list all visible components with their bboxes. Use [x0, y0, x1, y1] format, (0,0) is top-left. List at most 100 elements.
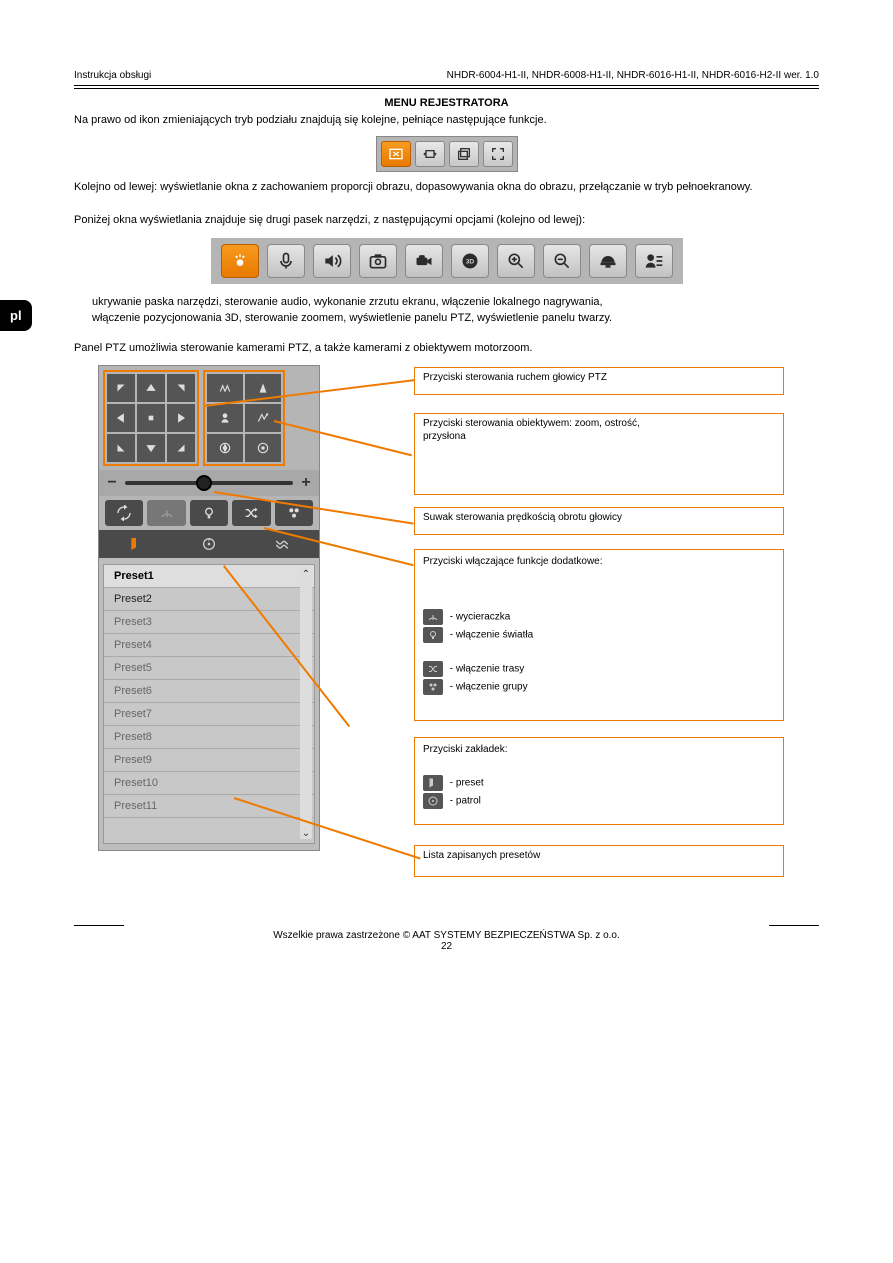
main-toolbar-wrap: 3D [74, 238, 819, 284]
ptz-down-left[interactable] [107, 434, 135, 462]
callout-text: Przyciski sterowania ruchem głowicy PTZ [423, 372, 607, 383]
fullscreen-button[interactable] [483, 141, 513, 167]
window-icon [456, 146, 472, 162]
fullscreen-icon [490, 146, 506, 162]
iris-close[interactable] [207, 434, 243, 462]
preset-item[interactable]: Preset2 [104, 588, 314, 611]
preset-item[interactable]: Preset9 [104, 749, 314, 772]
zoom-out-button[interactable] [543, 244, 581, 278]
face-panel-button[interactable] [635, 244, 673, 278]
refresh-button[interactable] [105, 500, 143, 526]
aspect-keep-button[interactable] [381, 141, 411, 167]
preset-list-wrap: Preset1 Preset2 Preset3 Preset4 Preset5 … [99, 558, 319, 850]
main-toolbar: 3D [211, 238, 683, 284]
preset-item[interactable]: Preset4 [104, 634, 314, 657]
fit-icon [422, 146, 438, 162]
callout-text: przysłona [423, 431, 777, 444]
mic-button[interactable] [267, 244, 305, 278]
preset-list[interactable]: Preset1 Preset2 Preset3 Preset4 Preset5 … [103, 564, 315, 844]
ptz-panel-button[interactable] [589, 244, 627, 278]
footer-line [74, 925, 819, 926]
preset-item[interactable]: Preset8 [104, 726, 314, 749]
camera-icon [368, 251, 388, 271]
light-button[interactable] [190, 500, 228, 526]
copyright: Wszelkie prawa zastrzeżone © AAT SYSTEMY… [74, 930, 819, 941]
callout-row: - wycieraczka [423, 609, 777, 625]
hide-toolbar-button[interactable] [221, 244, 259, 278]
callout-text: - wycieraczka [450, 612, 511, 623]
ptz-down[interactable] [137, 434, 165, 462]
fit-window-button[interactable] [415, 141, 445, 167]
preset-item[interactable]: Preset1 [104, 565, 314, 588]
patrol-tab[interactable] [172, 530, 245, 558]
below-text: Poniżej okna wyświetlania znajduje się d… [74, 213, 819, 228]
aspect-x1-icon [388, 146, 404, 162]
scroll-up-icon[interactable]: ⌃ [302, 569, 310, 580]
preset-item[interactable]: Preset6 [104, 680, 314, 703]
speed-slider[interactable] [125, 481, 293, 485]
ptz-left[interactable] [107, 404, 135, 432]
preset-item[interactable]: Preset7 [104, 703, 314, 726]
preset-item[interactable]: Preset11 [104, 795, 314, 818]
shuffle-button[interactable] [232, 500, 270, 526]
speed-plus[interactable]: + [299, 474, 313, 492]
paragraph: Na prawo od ikon zmieniających tryb podz… [74, 113, 819, 128]
proportion-toolbar [376, 136, 518, 172]
callout-text: - włączenie światła [450, 630, 533, 641]
ptz-top-row [99, 366, 319, 470]
3d-button[interactable]: 3D [451, 244, 489, 278]
ptz-center[interactable] [137, 404, 165, 432]
callout-text: Przyciski włączające funkcje dodatkowe: [423, 556, 777, 569]
scroll-down-icon[interactable]: ⌄ [302, 828, 310, 839]
toolbar1-desc: Kolejno od lewej: wyświetlanie okna z za… [74, 180, 819, 195]
preset-scrollbar[interactable]: ⌃ ⌄ [300, 569, 312, 839]
focus-far[interactable] [245, 404, 281, 432]
desc-line: włączenie pozycjonowania 3D, sterowanie … [92, 310, 819, 327]
desc-line: ukrywanie paska narzędzi, sterowanie aud… [92, 294, 819, 311]
light-icon [423, 627, 443, 643]
callout-6: Lista zapisanych presetów [414, 845, 784, 877]
speaker-icon [322, 251, 342, 271]
record-button[interactable] [405, 244, 443, 278]
iris-open[interactable] [245, 434, 281, 462]
header-row: Instrukcja obsługi NHDR-6004-H1-II, NHDR… [74, 70, 819, 81]
callout-text: Suwak sterowania prędkością obrotu głowi… [423, 512, 622, 523]
header-right: NHDR-6004-H1-II, NHDR-6008-H1-II, NHDR-6… [447, 70, 819, 81]
speaker-button[interactable] [313, 244, 351, 278]
preset-item[interactable]: Preset3 [104, 611, 314, 634]
divider [74, 88, 819, 89]
section-heading: MENU REJESTRATORA [74, 97, 819, 109]
flag-icon [423, 775, 443, 791]
callout-text: - włączenie trasy [450, 664, 524, 675]
zoom-out-icon [552, 251, 572, 271]
ptz-direction-grid [103, 370, 199, 466]
footer-rule [769, 925, 819, 926]
ptz-right[interactable] [167, 404, 195, 432]
focus-near[interactable] [207, 404, 243, 432]
callout-text: Lista zapisanych presetów [423, 850, 540, 861]
window-mode-button[interactable] [449, 141, 479, 167]
preset-item[interactable]: Preset10 [104, 772, 314, 795]
zoom-wide[interactable] [207, 374, 243, 402]
ptz-up-left[interactable] [107, 374, 135, 402]
snapshot-button[interactable] [359, 244, 397, 278]
page-content: Instrukcja obsługi NHDR-6004-H1-II, NHDR… [0, 0, 893, 1002]
footer: Wszelkie prawa zastrzeżone © AAT SYSTEMY… [74, 925, 819, 952]
callout-text: - preset [450, 778, 484, 789]
slider-thumb[interactable] [196, 475, 212, 491]
ptz-up-right[interactable] [167, 374, 195, 402]
target-icon [423, 793, 443, 809]
zoom-in-button[interactable] [497, 244, 535, 278]
callout-5: Przyciski zakładek: - preset - patrol [414, 737, 784, 825]
divider [74, 85, 819, 86]
callout-row: - włączenie grupy [423, 679, 777, 695]
preset-item[interactable]: Preset5 [104, 657, 314, 680]
pattern-tab[interactable] [246, 530, 319, 558]
ptz-panel: − + Preset1 Preset2 Preset3 [98, 365, 320, 851]
page-number: 22 [74, 941, 819, 952]
ptz-down-right[interactable] [167, 434, 195, 462]
speed-minus[interactable]: − [105, 474, 119, 492]
preset-tab[interactable] [99, 530, 172, 558]
wiper-button[interactable] [147, 500, 185, 526]
ptz-up[interactable] [137, 374, 165, 402]
